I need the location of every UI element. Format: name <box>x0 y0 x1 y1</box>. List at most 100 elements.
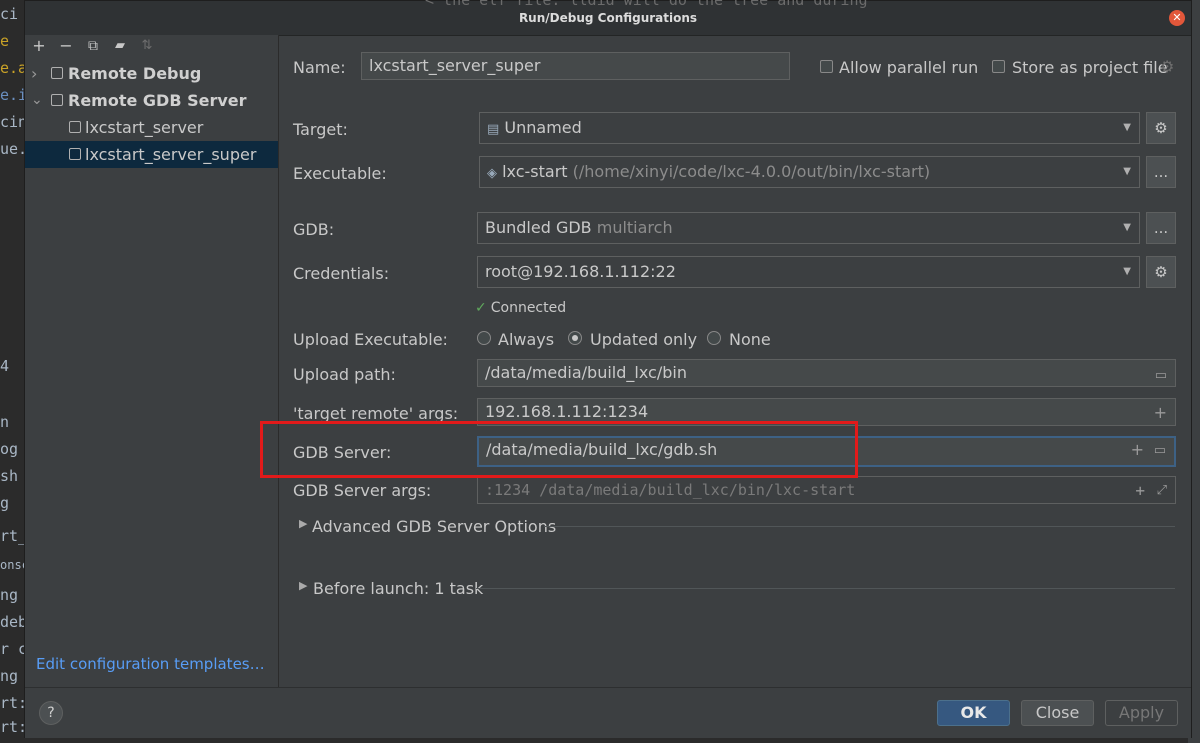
bg-fragment: sh <box>0 467 19 485</box>
config-icon <box>69 121 81 133</box>
bg-fragment: ng <box>0 586 19 604</box>
gdb-server-args-value: :1234 /data/media/build_lxc/bin/lxc-star… <box>485 481 856 499</box>
expand-arrow-icon[interactable]: ▶ <box>299 517 307 530</box>
run-debug-dialog: < the elf file. lldid will do the tree a… <box>24 0 1192 738</box>
ok-button[interactable]: OK <box>937 700 1010 726</box>
executable-value: lxc-start <box>502 162 568 181</box>
gdb-combo[interactable]: Bundled GDB multiarch ▼ <box>477 212 1140 244</box>
expand-icon[interactable]: ⤢ <box>1157 478 1167 503</box>
credentials-settings-button[interactable]: ⚙ <box>1146 256 1176 288</box>
target-icon: ▤ <box>487 122 500 137</box>
upload-path-input[interactable]: /data/media/build_lxc/bin ▭ <box>477 359 1176 387</box>
highlight-annotation-box <box>260 421 858 478</box>
connected-text: Connected <box>490 300 567 316</box>
checkmark-icon: ✓ <box>475 300 487 316</box>
before-launch-toggle[interactable]: Before launch: 1 task <box>313 579 483 598</box>
executable-label: Executable: <box>293 164 387 183</box>
close-icon[interactable]: ✕ <box>1169 10 1185 26</box>
bg-fragment: 4 <box>0 357 10 375</box>
name-input[interactable]: lxcstart_server_super <box>361 52 790 80</box>
target-combo[interactable]: ▤ Unnamed ▼ <box>479 112 1140 144</box>
tree-toolbar: + − ⧉ ▰ ⇅ <box>25 35 278 59</box>
bg-title-fragment: < the elf file. lldid will do the tree a… <box>425 0 868 9</box>
bg-fragment: og <box>0 440 19 458</box>
expand-plus-icon[interactable]: + <box>1135 478 1145 503</box>
upload-updated-only-label: Updated only <box>590 330 698 349</box>
expand-plus-icon[interactable]: + <box>1154 400 1167 425</box>
gdb-server-args-input[interactable]: :1234 /data/media/build_lxc/bin/lxc-star… <box>477 476 1176 504</box>
expand-plus-icon[interactable]: + <box>1131 438 1144 462</box>
tree-item-lxcstart-server-super[interactable]: lxcstart_server_super <box>25 141 278 168</box>
remove-icon[interactable]: − <box>57 37 75 55</box>
target-label: Target: <box>293 120 348 139</box>
upload-always-label: Always <box>498 330 555 349</box>
gdb-browse-button[interactable]: ... <box>1146 212 1176 244</box>
dialog-title: Run/Debug Configurations <box>518 11 698 25</box>
dropdown-arrow-icon: ▼ <box>1123 122 1131 133</box>
dropdown-arrow-icon: ▼ <box>1123 222 1131 233</box>
allow-parallel-checkbox[interactable] <box>820 60 833 73</box>
gdb-server-args-label: GDB Server args: <box>293 481 432 500</box>
credentials-value: root@192.168.1.112:22 <box>485 262 676 281</box>
upload-always-radio[interactable] <box>477 331 491 345</box>
title-bar[interactable]: < the elf file. lldid will do the tree a… <box>25 0 1191 36</box>
bg-fragment: deb <box>0 613 24 631</box>
chevron-right-icon[interactable]: › <box>31 60 43 87</box>
gdb-value: Bundled GDB <box>485 218 592 237</box>
tree-item-remote-debug[interactable]: › Remote Debug <box>25 60 278 87</box>
executable-browse-button[interactable]: ... <box>1146 156 1176 188</box>
remote-gdb-icon <box>51 94 63 106</box>
bg-fragment: cine <box>0 113 24 131</box>
tree-item-lxcstart-server[interactable]: lxcstart_server <box>25 114 278 141</box>
connection-status: ✓ Connected <box>475 300 566 316</box>
tree-item-label: Remote GDB Server <box>68 91 247 110</box>
executable-icon: ◈ <box>487 166 497 181</box>
close-button[interactable]: Close <box>1021 700 1094 726</box>
dropdown-arrow-icon: ▼ <box>1123 166 1131 177</box>
upload-none-radio[interactable] <box>707 331 721 345</box>
bg-fragment: r c <box>0 640 24 658</box>
store-project-checkbox[interactable] <box>992 60 1005 73</box>
tree-item-remote-gdb-server[interactable]: ⌄ Remote GDB Server <box>25 87 278 114</box>
credentials-label: Credentials: <box>293 264 390 283</box>
folder-icon[interactable]: ▰ <box>111 37 129 55</box>
sort-icon[interactable]: ⇅ <box>138 37 156 55</box>
bg-fragment: onsc <box>0 558 24 572</box>
target-settings-button[interactable]: ⚙ <box>1146 112 1176 144</box>
tree-item-label: lxcstart_server <box>85 118 204 137</box>
background-editor: ci e e.ar e.in cine ue. 4 n og sh g rt_s… <box>0 0 24 743</box>
gear-icon[interactable]: ⚙ <box>1160 57 1174 76</box>
executable-combo[interactable]: ◈ lxc-start (/home/xinyi/code/lxc-4.0.0/… <box>479 156 1140 188</box>
apply-button[interactable]: Apply <box>1105 700 1178 726</box>
gdb-hint: multiarch <box>596 218 673 237</box>
help-button[interactable]: ? <box>39 701 63 725</box>
before-launch-separator <box>476 588 1175 589</box>
bg-fragment: e <box>0 32 10 50</box>
folder-icon[interactable]: ▭ <box>1155 363 1167 386</box>
bg-fragment: e.in <box>0 86 24 104</box>
expand-arrow-icon[interactable]: ▶ <box>299 579 307 592</box>
bg-fragment: g <box>0 494 10 512</box>
advanced-separator <box>544 526 1175 527</box>
folder-icon[interactable]: ▭ <box>1154 439 1166 463</box>
add-icon[interactable]: + <box>30 37 48 55</box>
dropdown-arrow-icon: ▼ <box>1123 266 1131 277</box>
config-tree-panel: + − ⧉ ▰ ⇅ › Remote Debug ⌄ Remote GDB Se… <box>25 35 279 687</box>
bg-fragment: ue. <box>0 140 24 158</box>
bg-fragment: e.ar <box>0 59 24 77</box>
executable-path: (/home/xinyi/code/lxc-4.0.0/out/bin/lxc-… <box>572 162 931 181</box>
upload-executable-label: Upload Executable: <box>293 330 448 349</box>
upload-updated-only-radio[interactable] <box>568 331 582 345</box>
copy-icon[interactable]: ⧉ <box>84 37 102 55</box>
upload-none-label: None <box>729 330 771 349</box>
config-icon <box>69 148 81 160</box>
edit-templates-link[interactable]: Edit configuration templates… <box>36 655 265 673</box>
chevron-down-icon[interactable]: ⌄ <box>31 87 43 114</box>
remote-debug-icon <box>51 67 63 79</box>
gdb-label: GDB: <box>293 220 335 239</box>
bg-fragment: rt_s <box>0 527 24 545</box>
credentials-combo[interactable]: root@192.168.1.112:22 ▼ <box>477 256 1140 288</box>
tree-item-label: lxcstart_server_super <box>85 145 257 164</box>
advanced-options-toggle[interactable]: Advanced GDB Server Options <box>312 517 556 536</box>
bg-fragment: n <box>0 413 10 431</box>
